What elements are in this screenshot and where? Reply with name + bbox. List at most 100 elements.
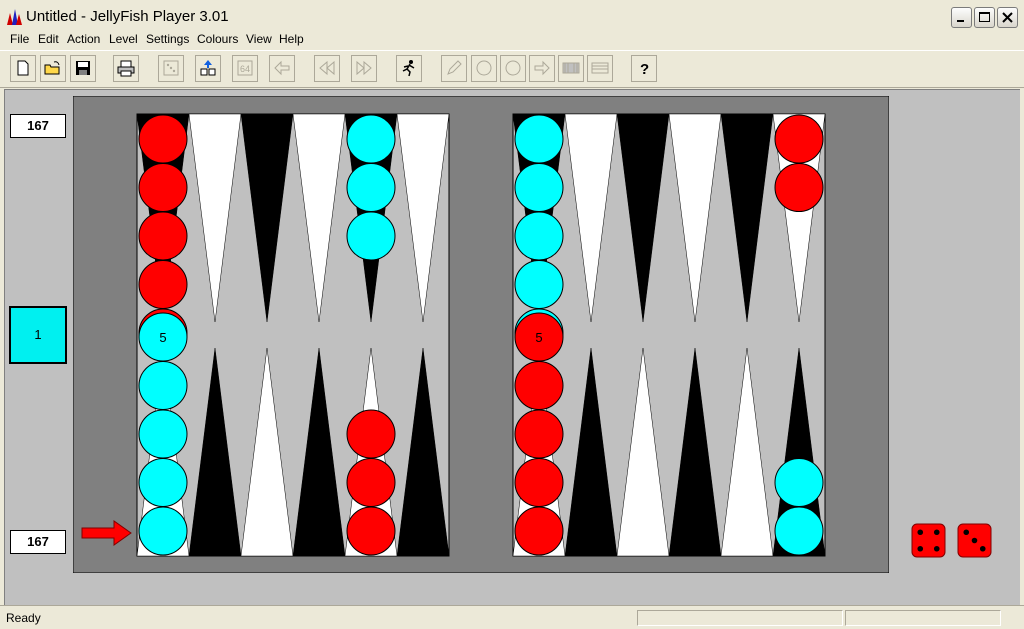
- window-title: Untitled - JellyFish Player 3.01: [26, 8, 229, 25]
- board-dark-icon: [562, 62, 580, 74]
- fast-forward-button[interactable]: [351, 55, 377, 82]
- checker-cyan[interactable]: [346, 163, 396, 212]
- status-pane-1: [637, 610, 843, 626]
- checker-button-2[interactable]: [500, 55, 526, 82]
- dice-icon: [163, 60, 179, 76]
- minimize-button[interactable]: [951, 7, 972, 28]
- checker-cyan[interactable]: [774, 458, 824, 507]
- checker-cyan[interactable]: [138, 506, 188, 556]
- minimize-icon: [957, 20, 964, 22]
- svg-text:64: 64: [240, 64, 250, 74]
- close-icon: [1002, 12, 1013, 23]
- checker-red[interactable]: [774, 114, 824, 164]
- circle-icon: [476, 60, 492, 76]
- save-button[interactable]: [70, 55, 96, 82]
- checker-cyan[interactable]: [774, 506, 824, 556]
- edit-button[interactable]: [441, 55, 467, 82]
- checker-red[interactable]: [138, 163, 188, 212]
- help-button[interactable]: ?: [631, 55, 657, 82]
- circle-icon: [505, 60, 521, 76]
- checker-red[interactable]: [346, 409, 396, 459]
- pencil-icon: [447, 60, 462, 75]
- menu-colours[interactable]: Colours: [197, 32, 238, 46]
- print-icon: [117, 60, 135, 77]
- checker-cyan[interactable]: [514, 114, 564, 164]
- checker-cyan[interactable]: [514, 260, 564, 309]
- checker-red[interactable]: [138, 260, 188, 309]
- rewind-icon: [319, 60, 335, 76]
- checker-count-label: 5: [535, 330, 542, 345]
- play-button[interactable]: [396, 55, 422, 82]
- board-dark-button[interactable]: [558, 55, 584, 82]
- status-pane-2: [845, 610, 1001, 626]
- cube-64-icon: 64: [237, 60, 253, 76]
- checker-red[interactable]: [346, 506, 396, 556]
- checker-red[interactable]: [138, 211, 188, 261]
- roll-dice-button[interactable]: [158, 55, 184, 82]
- toolbar: 64 ?: [0, 50, 1024, 88]
- checker-cyan[interactable]: [346, 211, 396, 261]
- next-arrow-icon: [534, 60, 550, 76]
- dice-area[interactable]: [910, 522, 996, 560]
- print-button[interactable]: [113, 55, 139, 82]
- cube-up-icon: [200, 60, 216, 76]
- jellyfish-app-icon: [7, 9, 22, 25]
- maximize-icon: [979, 12, 990, 22]
- undo-button[interactable]: [269, 55, 295, 82]
- back-arrow-icon: [274, 60, 290, 76]
- double-button[interactable]: [195, 55, 221, 82]
- board-light-button[interactable]: [587, 55, 613, 82]
- rewind-button[interactable]: [314, 55, 340, 82]
- checker-red[interactable]: [774, 163, 824, 212]
- die-pip: [933, 545, 940, 552]
- checker-cyan[interactable]: [514, 211, 564, 261]
- checker-cyan[interactable]: [138, 361, 188, 410]
- next-button[interactable]: [529, 55, 555, 82]
- menu-help[interactable]: Help: [279, 32, 304, 46]
- menu-level[interactable]: Level: [109, 32, 138, 46]
- menu-settings[interactable]: Settings: [146, 32, 189, 46]
- die-1[interactable]: [911, 523, 946, 558]
- running-man-icon: [402, 60, 415, 77]
- svg-text:?: ?: [640, 61, 649, 77]
- checker-cyan[interactable]: [346, 114, 396, 164]
- die-pip: [979, 545, 986, 552]
- title-bar: Untitled - JellyFish Player 3.01: [0, 0, 1024, 33]
- menu-file[interactable]: File: [10, 32, 29, 46]
- doubling-cube[interactable]: 1: [9, 306, 67, 364]
- score-bottom: 167: [10, 530, 66, 554]
- checker-red[interactable]: [346, 458, 396, 507]
- new-button[interactable]: [10, 55, 36, 82]
- checker-cyan[interactable]: [138, 458, 188, 507]
- menu-view[interactable]: View: [246, 32, 272, 46]
- new-doc-icon: [17, 60, 29, 76]
- checker-red[interactable]: [514, 506, 564, 556]
- checker-red[interactable]: [514, 409, 564, 459]
- die-pip: [933, 529, 940, 536]
- checker-count-label: 5: [159, 330, 166, 345]
- die-pip: [963, 529, 970, 536]
- backgammon-board[interactable]: 5555: [73, 96, 889, 573]
- menu-bar: File Edit Action Level Settings Colours …: [0, 30, 1024, 49]
- die-pip: [971, 537, 978, 544]
- die-pip: [917, 545, 924, 552]
- checker-red[interactable]: [514, 361, 564, 410]
- die-pip: [917, 529, 924, 536]
- checker-cyan[interactable]: [514, 163, 564, 212]
- status-bar: Ready: [0, 605, 1024, 629]
- score-top: 167: [10, 114, 66, 138]
- open-button[interactable]: [40, 55, 66, 82]
- checker-button-1[interactable]: [471, 55, 497, 82]
- maximize-button[interactable]: [974, 7, 995, 28]
- checker-red[interactable]: [514, 458, 564, 507]
- cube-64-button[interactable]: 64: [232, 55, 258, 82]
- checker-red[interactable]: [138, 114, 188, 164]
- status-text: Ready: [6, 611, 41, 625]
- save-icon: [76, 61, 90, 75]
- checker-cyan[interactable]: [138, 409, 188, 459]
- board-light-icon: [591, 62, 609, 74]
- close-button[interactable]: [997, 7, 1018, 28]
- menu-action[interactable]: Action: [67, 32, 100, 46]
- menu-edit[interactable]: Edit: [38, 32, 59, 46]
- turn-arrow-icon: [81, 520, 132, 546]
